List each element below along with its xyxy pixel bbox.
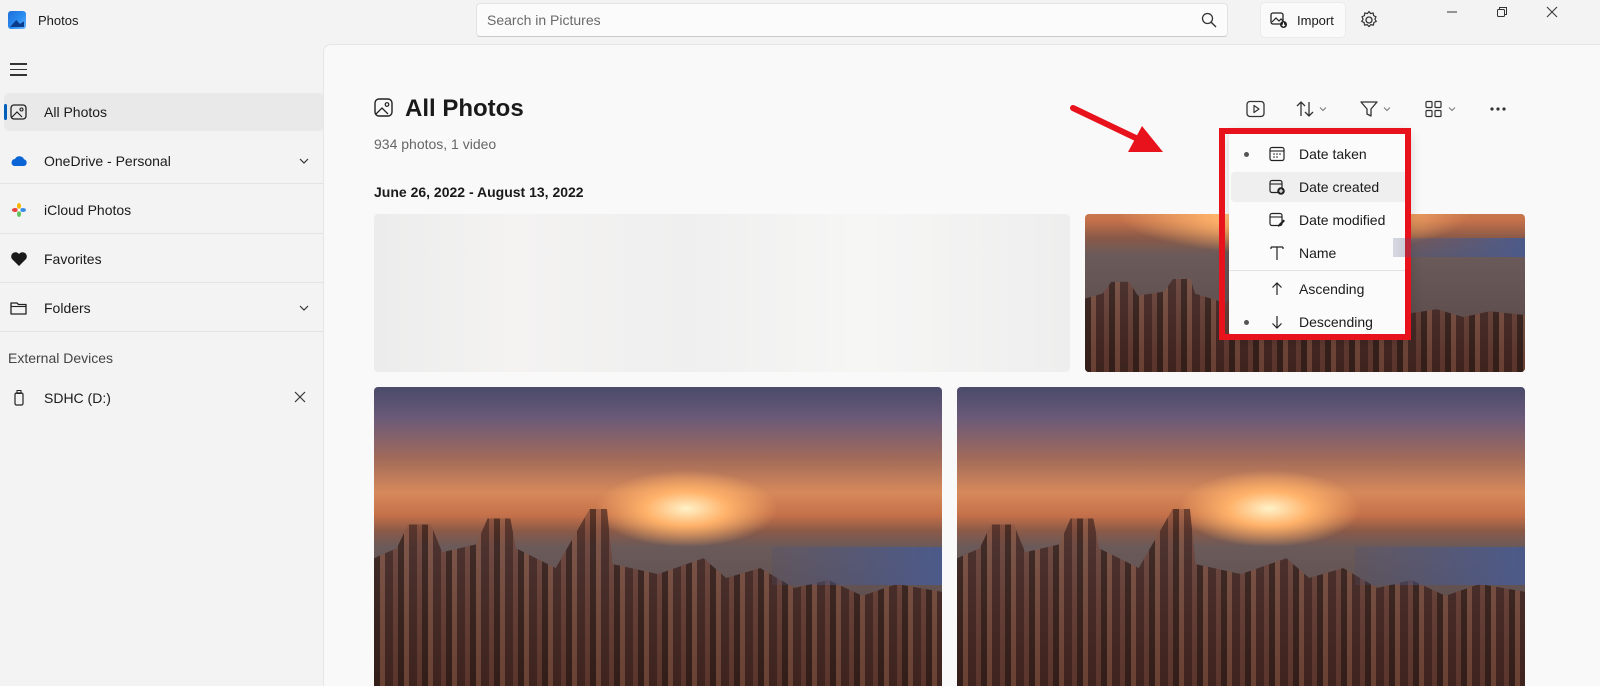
photo-detail [771,547,942,586]
annotation-highlight-box [1219,128,1411,340]
divider [0,282,330,283]
restore-button[interactable] [1490,3,1514,21]
chevron-down-icon [1319,107,1327,112]
sidebar-item-sdhc[interactable]: SDHC (D:) [4,379,324,417]
sort-icon [1296,101,1314,117]
sidebar-item-all-photos[interactable]: All Photos [4,93,324,131]
slideshow-icon [1246,100,1265,118]
date-range-heading: June 26, 2022 - August 13, 2022 [374,184,584,200]
close-icon [1546,6,1558,18]
icloud-photos-icon [12,203,26,217]
photo-thumbnail[interactable] [374,214,1070,372]
sidebar-item-label: All Photos [44,104,108,120]
more-icon [1490,107,1506,111]
heart-icon [11,252,27,266]
import-icon [1270,12,1287,28]
photo-icon [374,98,393,117]
slideshow-button[interactable] [1246,97,1266,121]
photo-thumbnail[interactable] [957,387,1525,686]
annotation-arrow [1070,105,1163,152]
divider [0,331,330,332]
grid-view-icon [1425,100,1442,118]
onedrive-cloud-icon [11,156,27,166]
eject-close-icon[interactable] [294,391,306,403]
chevron-down-icon [1383,107,1391,112]
folder-icon [10,302,27,315]
filter-icon [1360,101,1378,117]
search-input[interactable] [487,4,1177,36]
title-bar: Photos Import [0,0,1600,44]
gear-icon[interactable] [1358,9,1380,31]
sidebar-item-label: Folders [44,300,91,316]
sidebar-item-icloud[interactable]: iCloud Photos [4,191,324,229]
more-options-button[interactable] [1488,97,1508,121]
sidebar-item-favorites[interactable]: Favorites [4,240,324,278]
photo-count: 934 photos, 1 video [374,136,497,152]
view-layout-button[interactable] [1424,97,1456,121]
sidebar: All Photos OneDrive - Personal iCloud Ph… [0,44,330,686]
photos-app-icon [8,11,26,29]
minimize-icon [1447,11,1457,13]
app-title: Photos [38,13,79,28]
sidebar-item-folders[interactable]: Folders [4,289,324,327]
sort-button[interactable] [1295,97,1327,121]
search-box[interactable] [476,3,1228,37]
import-label: Import [1297,12,1334,28]
divider [0,233,330,234]
sidebar-item-label: OneDrive - Personal [44,153,171,169]
usb-drive-icon [14,390,24,406]
sidebar-item-label: Favorites [44,251,102,267]
sidebar-item-onedrive[interactable]: OneDrive - Personal [4,142,324,180]
restore-icon [1497,7,1507,17]
page-title: All Photos [405,95,524,122]
chevron-down-icon [1448,107,1456,112]
sidebar-item-label: iCloud Photos [44,202,132,218]
photo-icon [10,104,27,120]
chevron-down-icon[interactable] [298,302,310,314]
import-button[interactable]: Import [1260,2,1346,38]
close-window-button[interactable] [1540,3,1564,21]
photo-detail [1393,237,1525,257]
sidebar-item-label: SDHC (D:) [44,390,111,406]
divider [0,183,330,184]
chevron-down-icon[interactable] [298,155,310,167]
photo-detail [1354,547,1525,586]
minimize-button[interactable] [1440,3,1464,21]
photo-thumbnail[interactable] [374,387,942,686]
filter-button[interactable] [1359,97,1391,121]
section-label-external-devices: External Devices [8,350,114,366]
search-icon[interactable] [1201,12,1217,28]
hamburger-menu-icon[interactable] [10,63,27,77]
